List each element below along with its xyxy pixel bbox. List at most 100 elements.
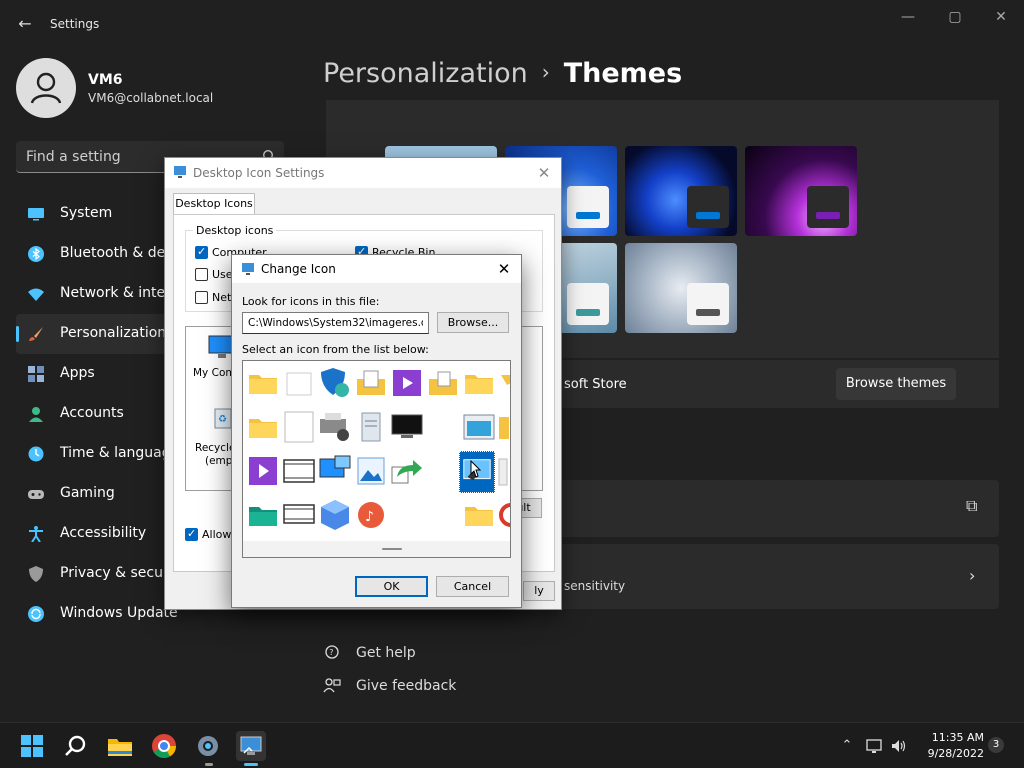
tab-desktop-icons[interactable]: Desktop Icons xyxy=(173,193,255,215)
close-button[interactable]: ✕ xyxy=(986,6,1016,28)
close-button[interactable]: ✕ xyxy=(493,258,515,280)
printer-camera-icon[interactable] xyxy=(317,409,353,445)
folder-icon[interactable] xyxy=(245,365,281,401)
system-clock[interactable]: 11:35 AM 9/28/2022 xyxy=(918,730,984,762)
chevron-right-icon: › xyxy=(969,566,976,585)
video-library-icon[interactable] xyxy=(245,453,281,489)
active-indicator xyxy=(244,763,258,766)
back-button[interactable]: ← xyxy=(14,13,36,35)
theme-thumb-3[interactable] xyxy=(625,146,737,236)
pictures-icon[interactable] xyxy=(353,453,389,489)
horizontal-scrollbar[interactable] xyxy=(243,541,510,557)
mouse-cursor-icon xyxy=(470,460,482,478)
shortcut-arrow-icon[interactable] xyxy=(389,453,425,489)
row-text: sensitivity xyxy=(564,579,626,593)
cancel-button[interactable]: Cancel xyxy=(436,576,509,597)
theme-chip xyxy=(567,283,609,325)
browse-button[interactable]: Browse... xyxy=(437,312,509,333)
clock-date: 9/28/2022 xyxy=(927,747,984,760)
partial-red-icon[interactable] xyxy=(497,497,511,533)
close-button[interactable]: ✕ xyxy=(533,162,555,184)
sidebar-item-label: Accounts xyxy=(60,405,124,421)
allow-themes-checkbox[interactable] xyxy=(185,527,198,541)
chrome-icon xyxy=(152,734,176,759)
notification-badge[interactable]: 3 xyxy=(988,737,1004,753)
security-shield-icon[interactable] xyxy=(317,365,353,401)
user-email: VM6@collabnet.local xyxy=(88,91,214,105)
feedback-icon xyxy=(323,678,341,693)
give-feedback-link[interactable]: Give feedback xyxy=(356,678,456,694)
settings-taskbar-button[interactable] xyxy=(193,731,223,766)
folder-file-icon[interactable] xyxy=(425,365,461,401)
wifi-icon xyxy=(28,288,44,301)
star-folder-icon[interactable] xyxy=(497,365,511,401)
theme-chip xyxy=(687,283,729,325)
external-link-icon: ⧉ xyxy=(966,496,978,515)
monitor-grid-icon[interactable] xyxy=(317,453,353,489)
dialog-title: Desktop Icon Settings xyxy=(193,166,325,180)
network-checkbox[interactable] xyxy=(195,291,208,304)
get-help-link[interactable]: Get help xyxy=(356,645,416,661)
theme-chip xyxy=(567,186,609,228)
computer-checkbox[interactable] xyxy=(195,245,208,259)
sidebar-item-label: Accessibility xyxy=(60,525,147,541)
breadcrumb-separator: › xyxy=(541,60,550,84)
breadcrumb-parent[interactable]: Personalization xyxy=(323,58,528,89)
icon-list[interactable]: ♪ xyxy=(242,360,511,558)
blank-page-icon[interactable] xyxy=(281,409,317,445)
clock-time: 11:35 AM xyxy=(931,731,984,744)
sidebar-item-label: Apps xyxy=(60,365,95,381)
minimize-button[interactable]: — xyxy=(893,6,923,28)
dialog-title-bar: Desktop Icon Settings ✕ xyxy=(165,158,561,188)
user-files-checkbox[interactable] xyxy=(195,268,208,281)
file-explorer-button[interactable] xyxy=(105,731,135,761)
running-indicator xyxy=(205,763,213,766)
folder-icon[interactable] xyxy=(245,409,281,445)
music-disc-icon[interactable]: ♪ xyxy=(353,497,389,533)
monitor-icon xyxy=(28,208,44,221)
video-library-icon[interactable] xyxy=(389,365,425,401)
folder-icon[interactable] xyxy=(461,497,497,533)
monitor-icon[interactable] xyxy=(389,409,425,445)
blank-file-icon[interactable] xyxy=(281,365,317,401)
desktop-icon-settings-taskbar-button[interactable] xyxy=(236,731,266,766)
search-icon xyxy=(65,735,86,756)
network-icon[interactable] xyxy=(866,737,884,755)
theme-chip xyxy=(687,186,729,228)
show-hidden-icons-button[interactable]: ⌃ xyxy=(838,737,856,755)
teal-folder-icon[interactable] xyxy=(245,497,281,533)
taskbar-search-button[interactable] xyxy=(61,731,91,761)
store-text: soft Store xyxy=(564,377,627,392)
browse-themes-button[interactable]: Browse themes xyxy=(836,368,956,400)
folder-icon[interactable] xyxy=(461,365,497,401)
chrome-button[interactable] xyxy=(149,731,179,761)
page-title: Themes xyxy=(563,58,683,89)
maximize-button[interactable]: ▢ xyxy=(940,6,970,28)
sidebar-item-label: Personalization xyxy=(60,325,167,341)
group-label: Desktop icons xyxy=(193,224,277,237)
film-strip-icon[interactable] xyxy=(281,453,317,489)
folder-document-icon[interactable] xyxy=(353,365,389,401)
sidebar-item-label: Time & language xyxy=(60,445,180,461)
apply-button[interactable]: ly xyxy=(523,581,555,601)
theme-thumb-6[interactable] xyxy=(625,243,737,333)
start-button[interactable] xyxy=(17,731,47,761)
desktop-settings-icon xyxy=(174,166,186,178)
theme-thumb-4[interactable] xyxy=(745,146,857,236)
sidebar-item-label: Windows Update xyxy=(60,605,178,621)
scrollbar-thumb[interactable] xyxy=(382,548,402,550)
3d-cube-icon[interactable] xyxy=(317,497,353,533)
volume-icon[interactable] xyxy=(890,737,908,755)
window-icon[interactable] xyxy=(461,409,497,445)
ok-button[interactable]: OK xyxy=(355,576,428,597)
avatar[interactable] xyxy=(16,58,76,118)
icon-file-path-input[interactable] xyxy=(242,312,429,334)
app-title: Settings xyxy=(50,17,100,31)
accessibility-icon xyxy=(29,526,43,542)
icon-label: Recycle xyxy=(195,442,236,454)
film-strip-icon[interactable] xyxy=(281,497,317,533)
title-bar: ← Settings — ▢ ✕ xyxy=(0,0,1024,48)
partial-folder-icon[interactable] xyxy=(497,409,511,445)
server-document-icon[interactable] xyxy=(353,409,389,445)
partial-file-icon[interactable] xyxy=(497,453,511,489)
